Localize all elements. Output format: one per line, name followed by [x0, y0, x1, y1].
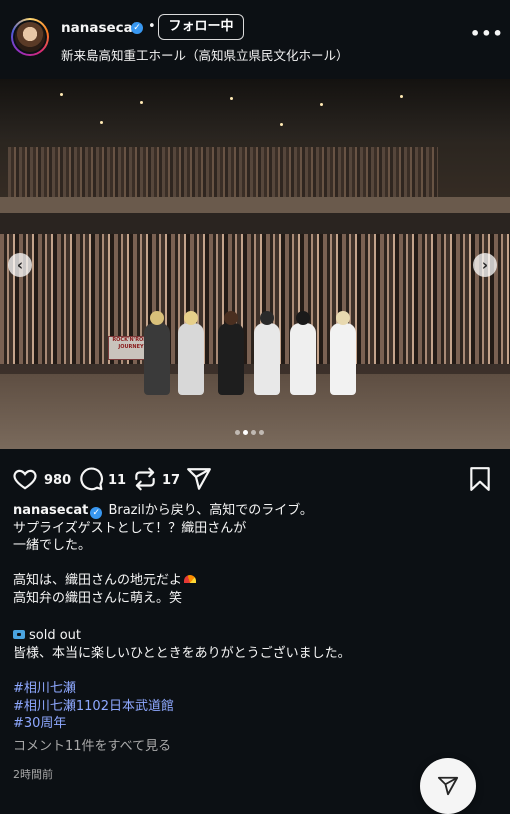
avatar-ring — [13, 20, 47, 54]
bookmark-icon — [470, 467, 490, 491]
balcony-audience — [8, 147, 438, 197]
caption-text: sold out — [29, 628, 82, 643]
verified-icon: ✓ — [131, 22, 143, 34]
ceiling-light — [100, 121, 103, 124]
band-member — [218, 311, 244, 395]
carousel-dot — [235, 430, 240, 435]
carousel-dot — [243, 430, 248, 435]
caption-username[interactable]: nanasecat — [13, 503, 88, 518]
band-member — [178, 311, 204, 395]
caption-text: 皆様、本当に楽しいひとときをありがとうございました。 — [13, 645, 351, 661]
ticket-emoji — [13, 630, 25, 639]
repost-button[interactable] — [132, 466, 158, 492]
action-bar: 980 11 17 — [0, 466, 510, 496]
avatar-photo — [15, 22, 45, 52]
caption-line: 高知は、織田さんの地元だよ — [13, 572, 197, 590]
band-member — [330, 311, 356, 395]
post-header: nanasecat ✓ • フォロー中 新来島高知重工ホール（高知県立県民文化ホ… — [0, 0, 510, 78]
caption-text: サプライズゲストとして！？織田さんが — [13, 520, 247, 536]
comment-icon — [80, 467, 103, 491]
share-icon — [437, 776, 459, 796]
like-button[interactable] — [12, 466, 38, 492]
carousel-dots — [235, 430, 275, 436]
location-link[interactable]: 新来島高知重工ホール（高知県立県民文化ホール） — [61, 45, 349, 64]
carousel-dot — [259, 430, 264, 435]
carousel-prev-button[interactable]: ‹ — [8, 253, 32, 277]
more-icon[interactable]: ••• — [470, 24, 504, 43]
band-member — [144, 311, 170, 395]
caption-line: nanasecat ✓ Brazilから戻り、高知でのライブ。 — [13, 502, 313, 520]
post-timestamp: 2時間前 — [13, 768, 53, 781]
rainbow-emoji — [184, 575, 197, 583]
ceiling-light — [230, 97, 233, 100]
repost-count[interactable]: 17 — [162, 473, 180, 488]
post-photo[interactable]: ROCK'N'ROLL JOURNEY ‹ › — [0, 79, 510, 449]
comment-count[interactable]: 11 — [108, 473, 126, 488]
band-member — [254, 311, 280, 395]
heart-icon — [13, 469, 37, 490]
share-icon — [187, 468, 211, 490]
ceiling-light — [280, 123, 283, 126]
separator: • — [148, 19, 156, 34]
caption-text: 一緒でした。 — [13, 538, 92, 553]
hashtag-link[interactable]: #相川七瀬1102日本武道館 — [13, 698, 174, 716]
hashtag-link[interactable]: #相川七瀬 — [13, 680, 76, 698]
hashtag-link[interactable]: #30周年 — [13, 715, 66, 733]
ceiling-light — [140, 101, 143, 104]
bookmark-button[interactable] — [468, 466, 492, 492]
caption-line: sold out — [13, 627, 81, 645]
wall-band — [0, 213, 510, 235]
share-button[interactable] — [186, 466, 212, 492]
ceiling-light — [400, 95, 403, 98]
verified-icon: ✓ — [90, 507, 103, 519]
caption-text: 高知弁の織田さんに萌え。笑 — [13, 590, 183, 606]
repost-icon — [135, 467, 155, 491]
photo-ceiling — [0, 79, 510, 139]
like-count[interactable]: 980 — [44, 473, 71, 488]
balcony-rail — [0, 197, 510, 213]
carousel-next-button[interactable]: › — [473, 253, 497, 277]
ceiling-light — [320, 103, 323, 106]
avatar[interactable] — [11, 18, 49, 56]
view-all-comments-link[interactable]: コメント11件をすべて見る — [13, 738, 171, 756]
direct-message-button[interactable] — [420, 758, 476, 814]
following-button[interactable]: フォロー中 — [158, 14, 244, 40]
carousel-dot — [251, 430, 256, 435]
caption-text: Brazilから戻り、高知でのライブ。 — [108, 503, 313, 518]
caption-text: 高知は、織田さんの地元だよ — [13, 573, 183, 588]
ceiling-light — [60, 93, 63, 96]
band-member — [290, 311, 316, 395]
username[interactable]: nanasecat — [61, 20, 139, 36]
comment-button[interactable] — [78, 466, 104, 492]
